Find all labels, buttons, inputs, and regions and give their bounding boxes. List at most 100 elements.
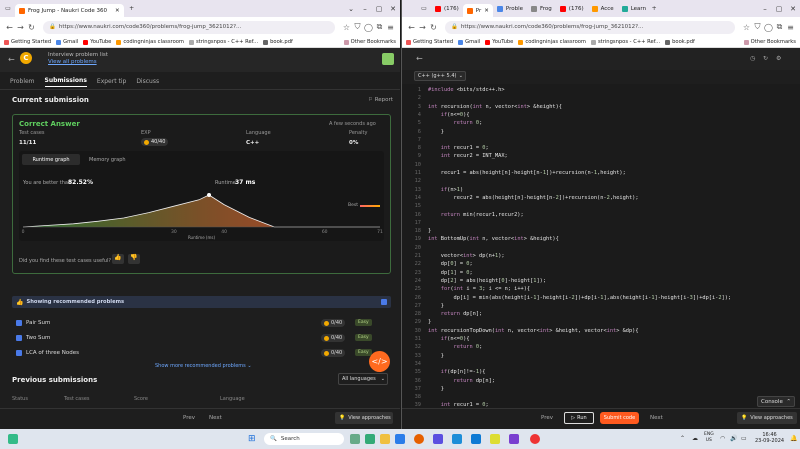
forward-icon[interactable]: →	[15, 23, 26, 32]
bookmark-item[interactable]: YouTube	[485, 39, 513, 45]
avatar[interactable]	[382, 53, 394, 65]
url-input[interactable]: 🔒 https://www.naukri.com/code360/problems…	[43, 20, 335, 34]
forward-icon[interactable]: →	[417, 23, 428, 32]
tab-expert-tip[interactable]: Expert tip	[97, 78, 126, 85]
list-item[interactable]: Two Sum 0/40 Easy	[16, 334, 388, 344]
code-line[interactable]: if(n>1)	[428, 187, 799, 193]
app-icon[interactable]	[365, 434, 375, 444]
code-line[interactable]: dp[0] = 0;	[428, 261, 799, 267]
widgets-icon[interactable]	[8, 434, 18, 444]
list-item[interactable]: LCA of three Nodes 0/40 Easy	[16, 349, 388, 359]
menu-icon[interactable]: ≡	[785, 23, 796, 32]
bookmark-item[interactable]: book.pdf	[665, 39, 695, 45]
chevron-up-icon[interactable]: ⌃	[680, 435, 685, 442]
tab-item[interactable]: (176)	[431, 2, 463, 15]
back-arrow-icon[interactable]: ←	[8, 55, 15, 64]
code-editor[interactable]: 1 #include <bits/stdc++.h> 2 3 int recursion…	[402, 84, 800, 408]
settings-icon[interactable]: ⚙	[776, 55, 781, 62]
code-line[interactable]: }	[428, 129, 799, 135]
next-button[interactable]: Next	[209, 415, 222, 421]
code-line[interactable]: for(int i = 3; i <= n; i++){	[428, 286, 799, 292]
tab-item[interactable]: Pr ✕	[462, 4, 493, 17]
shield-icon[interactable]: ⛉	[752, 22, 763, 32]
code-line[interactable]: int recur2 = INT_MAX;	[428, 153, 799, 159]
code-line[interactable]: return dp[n];	[428, 311, 799, 317]
vscode-icon[interactable]	[471, 434, 481, 444]
menu-icon[interactable]: ≡	[385, 23, 396, 32]
recommended-header[interactable]: 👍 Showing recommended problems	[12, 296, 391, 308]
wifi-icon[interactable]: ◠	[720, 435, 725, 442]
app-icon[interactable]	[509, 434, 519, 444]
volume-icon[interactable]: 🔊	[730, 435, 737, 442]
bookmark-item[interactable]: Gmail	[458, 39, 480, 45]
view-all-problems-link[interactable]: View all problems	[48, 59, 97, 65]
app-icon[interactable]	[452, 434, 462, 444]
code-line[interactable]: dp[2] = abs(height[0]-height[1]);	[428, 278, 799, 284]
bookmark-star-icon[interactable]: ☆	[341, 23, 352, 32]
close-icon[interactable]: ✕	[786, 5, 800, 13]
chevron-down-icon[interactable]: ⌄	[344, 5, 358, 13]
submit-button[interactable]: Submit code	[600, 412, 639, 424]
battery-icon[interactable]: ▭	[741, 435, 747, 442]
code-line[interactable]: return 0;	[428, 120, 799, 126]
mail-icon[interactable]	[395, 434, 405, 444]
code-line[interactable]: int recur1 = 0;	[428, 145, 799, 151]
code-line[interactable]: dp[i] = min(abs(height[i-1]-height[i-2])…	[428, 295, 799, 301]
other-bookmarks[interactable]: Other Bookmarks	[343, 39, 396, 45]
bookmark-item[interactable]: Gmail	[56, 39, 78, 45]
back-arrow-icon[interactable]: ←	[416, 54, 423, 63]
reset-icon[interactable]: ↻	[763, 55, 768, 62]
tab-memory-graph[interactable]: Memory graph	[89, 157, 126, 163]
checkbox[interactable]	[16, 320, 22, 326]
checkbox[interactable]	[16, 350, 22, 356]
tab-overview-icon[interactable]: ▭	[420, 5, 428, 13]
current-runtime-point[interactable]	[207, 193, 212, 197]
tab-item[interactable]: Proble	[493, 2, 527, 15]
report-button[interactable]: ⚐ Report	[368, 97, 393, 103]
list-item[interactable]: Pair Sum 0/40 Easy	[16, 319, 388, 329]
tab-frog-jump[interactable]: Frog Jump - Naukri Code 360 ✕	[15, 4, 124, 17]
code-line[interactable]: }	[428, 386, 799, 392]
tab-item[interactable]: Acce	[588, 2, 618, 15]
bookmark-item[interactable]: stringsnpos - C++ Ref...	[188, 39, 258, 45]
code-line[interactable]: }	[428, 228, 799, 234]
run-button[interactable]: ▷ Run	[564, 412, 594, 424]
app-icon[interactable]	[490, 434, 500, 444]
next-button[interactable]: Next	[650, 415, 663, 421]
bookmark-item[interactable]: Getting Started	[4, 39, 51, 45]
other-bookmarks[interactable]: Other Bookmarks	[743, 39, 796, 45]
code-line[interactable]: vector<int> dp(n+1);	[428, 253, 799, 259]
code-line[interactable]: if(n<=0){	[428, 336, 799, 342]
prev-button[interactable]: Prev	[541, 415, 553, 421]
code-line[interactable]: }	[428, 353, 799, 359]
new-tab-icon[interactable]: +	[650, 5, 658, 13]
bookmark-item[interactable]: codingninjas classroom	[116, 39, 184, 45]
search-input[interactable]: 🔍 Search	[264, 433, 344, 445]
close-tab-icon[interactable]: ✕	[115, 8, 120, 14]
url-input[interactable]: 🔒 https://www.naukri.com/code360/problems…	[445, 20, 735, 34]
view-approaches-button[interactable]: 💡 View approaches	[335, 412, 393, 424]
code-line[interactable]: int BottomUp(int n, vector<int> &height)…	[428, 236, 799, 242]
console-button[interactable]: Console ⌃	[757, 396, 795, 407]
close-icon[interactable]: ✕	[386, 5, 400, 13]
tab-discuss[interactable]: Discuss	[136, 78, 159, 85]
code-line[interactable]: return 0;	[428, 344, 799, 350]
tab-item[interactable]: (176)	[556, 2, 588, 15]
account-icon[interactable]: ◯	[363, 23, 374, 32]
code-line[interactable]: if(dp[n]!=-1){	[428, 369, 799, 375]
prev-button[interactable]: Prev	[183, 415, 195, 421]
code-line[interactable]: }	[428, 319, 799, 325]
reload-icon[interactable]: ↻	[26, 23, 37, 32]
checkbox[interactable]	[381, 299, 387, 305]
maximize-icon[interactable]: ▢	[772, 5, 786, 13]
bookmark-item[interactable]: codingninjas classroom	[518, 39, 586, 45]
code-fab-icon[interactable]: </>	[369, 351, 390, 372]
cloud-icon[interactable]: ☁	[692, 435, 698, 442]
code-line[interactable]: int recursionTopDown(int n, vector<int> …	[428, 328, 799, 334]
thumbs-up-icon[interactable]: 👍	[112, 254, 124, 264]
new-tab-icon[interactable]: +	[128, 5, 136, 13]
bookmark-item[interactable]: Getting Started	[406, 39, 453, 45]
language-filter-select[interactable]: All languages ⌄	[338, 373, 388, 385]
view-approaches-button[interactable]: 💡 View approaches	[737, 412, 797, 424]
logo-icon[interactable]: C	[20, 52, 32, 64]
